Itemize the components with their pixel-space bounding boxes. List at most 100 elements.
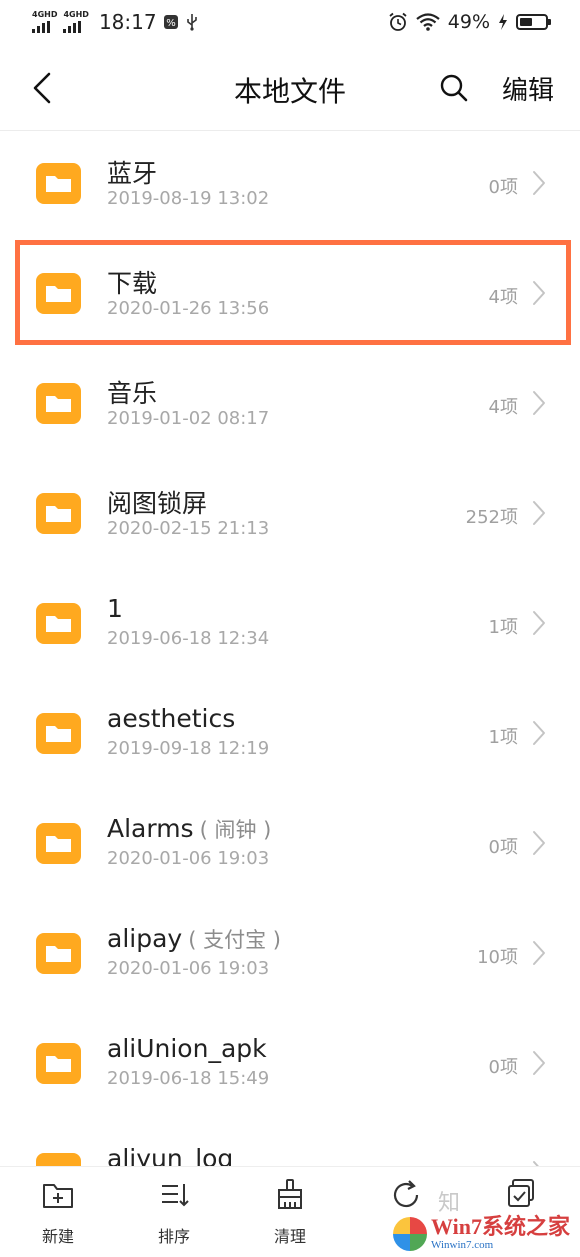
sort-label: 排序	[157, 1227, 190, 1246]
folder-item-count: 0项	[488, 1057, 518, 1078]
folder-date: 2019-09-18 12:19	[107, 738, 270, 759]
new-label: 新建	[41, 1227, 74, 1246]
folder-name: Alarms	[107, 814, 194, 843]
folder-item-count: 1项	[488, 617, 518, 638]
network-type-label: 4GHD	[63, 10, 89, 19]
new-button[interactable]: 新建	[18, 1177, 98, 1247]
folder-date: 2019-06-18 15:49	[107, 1068, 270, 1089]
watermark-text: Win7系统之家 Winwin7.com	[431, 1216, 570, 1251]
chevron-right-icon	[533, 1051, 545, 1075]
folder-icon	[36, 273, 81, 314]
status-right: 49%	[388, 11, 551, 33]
wifi-icon	[416, 13, 440, 31]
folder-item-count: 4项	[488, 397, 518, 418]
folder-icon	[36, 1043, 81, 1084]
folder-date: 2019-06-18 12:34	[107, 628, 270, 649]
network-type-label: 4GHD	[32, 10, 58, 19]
status-left: 4GHD 4GHD 18:17 %	[32, 10, 199, 34]
signal-indicator-2: 4GHD	[63, 10, 89, 33]
folder-name-line: Alarms( 闹钟 )	[107, 814, 271, 844]
folder-name: 音乐	[107, 379, 158, 408]
folder-name: 下载	[107, 269, 158, 298]
folder-row[interactable]: 蓝牙 2019-08-19 13:02 0项	[0, 130, 580, 240]
folder-icon	[36, 603, 81, 644]
refresh-icon	[393, 1180, 419, 1208]
folder-name-line: aliUnion_apk	[107, 1034, 273, 1063]
folder-row[interactable]: Alarms( 闹钟 ) 2020-01-06 19:03 0项	[0, 790, 580, 900]
clean-brush-icon	[278, 1179, 302, 1209]
folder-date: 2020-01-06 19:03	[107, 848, 270, 869]
sort-icon	[162, 1184, 189, 1207]
alarm-clock-icon	[389, 12, 407, 31]
search-button[interactable]	[436, 70, 472, 106]
chevron-right-icon	[533, 721, 545, 745]
folder-item-count: 4项	[488, 287, 518, 308]
new-folder-icon	[43, 1184, 73, 1208]
folder-date: 2020-02-15 21:13	[107, 518, 270, 539]
edit-button[interactable]: 编辑	[502, 70, 554, 107]
app-header: 本地文件 编辑	[0, 46, 580, 131]
folder-item-count: 0项	[488, 837, 518, 858]
folder-name: aesthetics	[107, 704, 236, 733]
folder-name-line: 下载	[107, 264, 163, 300]
svg-text:%: %	[166, 18, 176, 29]
watermark-url: Winwin7.com	[431, 1239, 494, 1251]
folder-icon	[36, 823, 81, 864]
folder-date: 2020-01-06 19:03	[107, 958, 270, 979]
folder-row[interactable]: 下载 2020-01-26 13:56 4项	[0, 240, 580, 350]
folder-row[interactable]: aliUnion_apk 2019-06-18 15:49 0项	[0, 1010, 580, 1120]
folder-icon	[36, 493, 81, 534]
folder-item-count: 0项	[488, 177, 518, 198]
chevron-right-icon	[533, 171, 545, 195]
folder-icon	[36, 713, 81, 754]
folder-name-line: 蓝牙	[107, 154, 163, 190]
folder-icon	[36, 933, 81, 974]
watermark: Win7系统之家 Winwin7.com	[393, 1216, 570, 1251]
watermark-faint-text: 知	[437, 1191, 460, 1216]
sort-button[interactable]: 排序	[134, 1177, 214, 1247]
folder-name-line: aesthetics	[107, 704, 241, 733]
folder-icon	[36, 383, 81, 424]
folder-item-count: 252项	[465, 507, 518, 528]
battery-icon	[516, 14, 551, 30]
folder-item-count: 1项	[488, 727, 518, 748]
search-icon	[440, 74, 468, 102]
folder-name-line: 1	[107, 594, 129, 623]
folder-item-count: 10项	[477, 947, 518, 968]
folder-row[interactable]: 1 2019-06-18 12:34 1项	[0, 570, 580, 680]
page-title: 本地文件	[233, 75, 346, 108]
folder-name: 阅图锁屏	[107, 489, 208, 518]
chevron-right-icon	[533, 611, 545, 635]
clean-label: 清理	[273, 1227, 306, 1246]
signal-indicator-1: 4GHD	[32, 11, 57, 33]
folder-date: 2020-01-26 13:56	[107, 298, 270, 319]
folder-date: 2019-08-19 13:02	[107, 188, 270, 209]
signal-bars-icon	[32, 21, 50, 33]
folder-row[interactable]: 音乐 2019-01-02 08:17 4项	[0, 350, 580, 460]
folder-name: aliUnion_apk	[107, 1034, 267, 1063]
folder-name: alipay	[107, 924, 183, 953]
status-bar: 4GHD 4GHD 18:17 % 49%	[0, 0, 580, 46]
folder-alias: ( 支付宝 )	[188, 928, 281, 952]
folder-icon	[36, 163, 81, 204]
chevron-right-icon	[533, 941, 545, 965]
folder-row[interactable]: alipay( 支付宝 ) 2020-01-06 19:03 10项	[0, 900, 580, 1010]
chevron-right-icon	[533, 501, 545, 525]
clean-button[interactable]: 清理	[250, 1177, 330, 1247]
folder-row[interactable]: 阅图锁屏 2020-02-15 21:13 252项	[0, 460, 580, 570]
folder-name-line: 音乐	[107, 374, 163, 410]
charging-bolt-icon	[499, 14, 507, 30]
folder-name: 蓝牙	[107, 159, 158, 188]
folder-name: 1	[107, 594, 123, 623]
folder-name-line: 阅图锁屏	[107, 484, 213, 520]
signal-bars-icon	[63, 21, 82, 33]
battery-percent: 49%	[447, 11, 490, 33]
chevron-right-icon	[533, 831, 545, 855]
usb-icon	[186, 14, 197, 31]
folder-row[interactable]: aesthetics 2019-09-18 12:19 1项	[0, 680, 580, 790]
watermark-logo-icon	[393, 1216, 428, 1251]
notification-icon: %	[163, 15, 178, 29]
folder-name-line: alipay( 支付宝 )	[107, 924, 281, 954]
display-icon	[508, 1179, 534, 1207]
battery-level-fill	[520, 18, 532, 26]
